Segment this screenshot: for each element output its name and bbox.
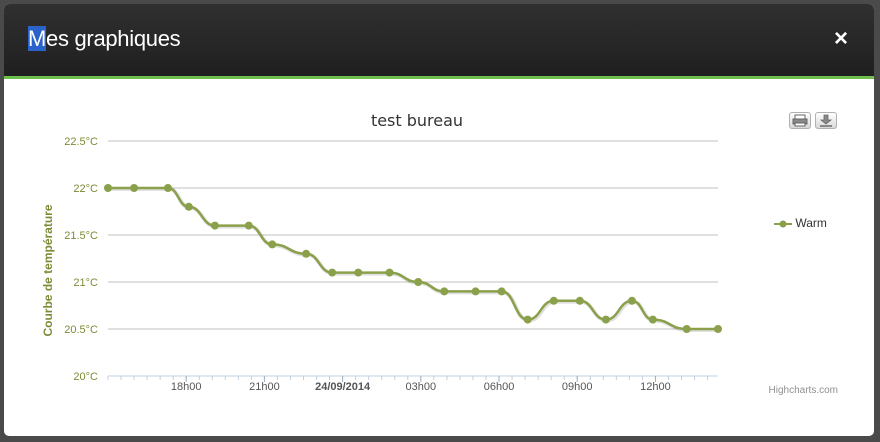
series-line-shadow [109,187,719,332]
series-line [108,186,718,331]
chart-title: test bureau [371,111,463,130]
chart-container: test bureau 20°C 20.5°C 21°C 21.5°C 22°C 22.5°… [4,79,874,436]
chart-modal: Mes graphiques × test bureau 20°C 20.5°C 21… [4,4,874,436]
y-axis-title: Courbe de température [41,204,55,336]
y-tick-label: 22°C [73,183,98,195]
chart-legend[interactable]: Warm [774,216,827,230]
data-point [714,325,722,333]
data-point [163,184,172,192]
data-point [648,315,657,324]
data-point [497,287,506,296]
data-point [471,287,480,296]
data-point [601,315,610,324]
data-point [523,315,532,324]
data-point [440,287,449,296]
legend-symbol-icon [774,220,792,228]
print-icon [792,114,808,127]
temperature-chart: test bureau 20°C 20.5°C 21°C 21.5°C 22°C 22.5°… [41,111,722,393]
download-chart-button[interactable] [815,112,837,129]
title-selected-letter: M [28,26,47,51]
x-tick-label: 21h00 [249,381,280,393]
data-point [549,296,558,305]
modal-title: Mes graphiques [28,26,181,52]
data-point [682,325,691,333]
legend-item-label: Warm [795,216,827,230]
x-tick-label: 12h00 [640,381,671,393]
y-tick-label: 22.5°C [64,136,98,148]
y-tick-label: 20.5°C [64,324,98,336]
data-point [575,296,584,305]
data-point [244,221,253,230]
data-point [268,240,277,249]
download-icon [819,114,833,127]
data-point [130,184,139,192]
x-tick-label: 03h00 [406,381,437,393]
modal-header: Mes graphiques × [4,4,874,79]
x-tick-label: 24/09/2014 [315,381,371,393]
data-point [210,221,219,230]
highcharts-credits[interactable]: Highcharts.com [769,385,838,396]
data-point [104,184,112,192]
data-point [385,268,394,277]
y-tick-label: 21°C [73,277,98,289]
x-tick-label: 18h00 [171,381,202,393]
data-point [302,249,311,258]
data-point [328,268,337,277]
data-point [354,268,363,277]
data-point [627,296,636,305]
data-point [414,278,423,286]
data-point [184,202,193,211]
y-tick-label: 21.5°C [64,230,98,242]
x-tick-label: 06h00 [484,381,515,393]
print-chart-button[interactable] [789,112,811,129]
title-rest: es graphiques [46,26,181,51]
y-tick-label: 20°C [73,371,98,383]
close-button[interactable]: × [834,27,848,51]
x-tick-label: 09h00 [562,381,593,393]
